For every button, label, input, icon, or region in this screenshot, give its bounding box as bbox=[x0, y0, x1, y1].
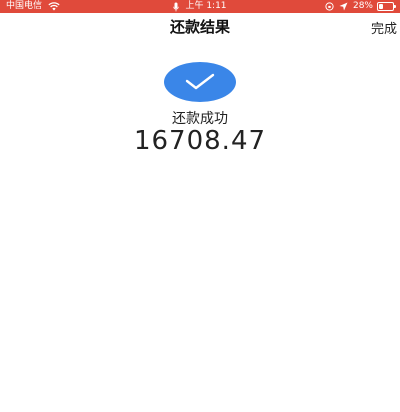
status-right: 28% bbox=[325, 0, 396, 13]
page-title: 还款结果 bbox=[169, 18, 230, 36]
battery-cap bbox=[394, 5, 396, 8]
check-icon bbox=[164, 62, 236, 102]
status-bar: 中国电信 上午 1:11 28% bbox=[0, 0, 400, 13]
nav-bar: 还款结果 完成 bbox=[0, 13, 400, 39]
time-text: 上午 1:11 bbox=[185, 1, 227, 11]
microphone-icon bbox=[173, 2, 180, 12]
done-button[interactable]: 完成 bbox=[371, 18, 397, 37]
rotation-lock-icon bbox=[325, 2, 334, 11]
location-arrow-icon bbox=[339, 2, 348, 11]
battery-percent: 28% bbox=[352, 1, 373, 11]
result-status: 还款成功 bbox=[172, 111, 228, 127]
repayment-amount: 16708.47 bbox=[133, 126, 267, 156]
battery-fill bbox=[379, 4, 383, 9]
battery-icon bbox=[377, 2, 396, 11]
